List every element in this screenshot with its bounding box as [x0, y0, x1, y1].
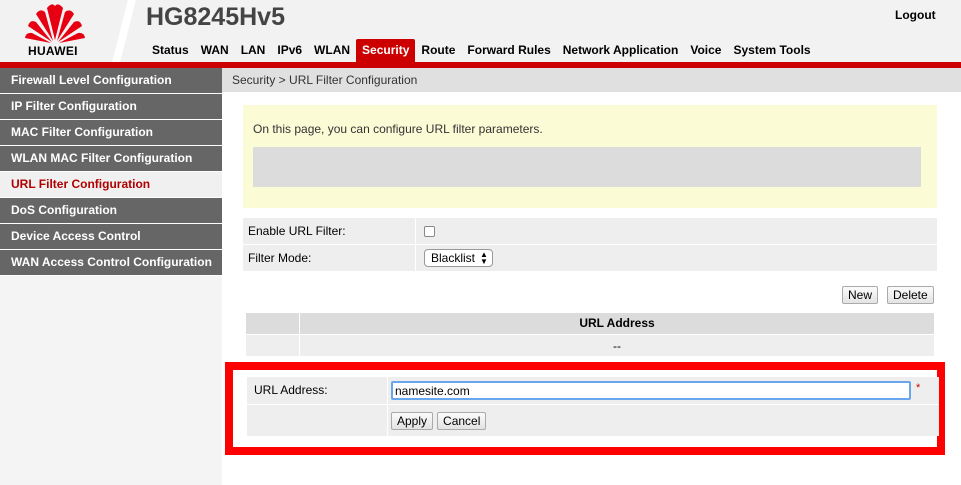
select-column-header — [246, 313, 300, 334]
nav-network-application[interactable]: Network Application — [557, 43, 685, 62]
url-address-label: URL Address: — [247, 377, 388, 404]
filter-mode-row: Filter Mode: Blacklist ▲ ▼ — [243, 245, 937, 272]
url-address-input[interactable] — [391, 381, 911, 400]
huawei-logo: HUAWEI — [0, 0, 110, 62]
url-address-row: URL Address: * — [247, 377, 939, 404]
apply-button[interactable]: Apply — [391, 411, 434, 430]
sidebar-item-firewall-level[interactable]: Firewall Level Configuration — [0, 68, 222, 94]
header-divider — [112, 0, 136, 62]
enable-filter-cell — [416, 218, 937, 244]
main-nav: Status WAN LAN IPv6 WLAN Security Route … — [146, 38, 817, 62]
info-panel: On this page, you can configure URL filt… — [243, 105, 937, 208]
nav-system-tools[interactable]: System Tools — [727, 43, 816, 62]
sidebar-item-ip-filter[interactable]: IP Filter Configuration — [0, 94, 222, 120]
enable-filter-row: Enable URL Filter: — [243, 218, 937, 245]
sidebar-item-device-access[interactable]: Device Access Control — [0, 224, 222, 250]
url-address-column-header: URL Address — [300, 313, 934, 334]
nav-wan[interactable]: WAN — [195, 43, 235, 62]
sidebar-item-url-filter[interactable]: URL Filter Configuration — [0, 172, 222, 198]
required-marker: * — [916, 381, 921, 394]
breadcrumb: Security > URL Filter Configuration — [222, 68, 961, 92]
new-button[interactable]: New — [842, 286, 879, 304]
filter-mode-label: Filter Mode: — [243, 245, 416, 271]
filter-mode-value: Blacklist — [431, 251, 476, 265]
url-editor-highlight: URL Address: * Apply Cancel — [225, 362, 945, 455]
info-blank-area — [253, 147, 921, 187]
nav-voice[interactable]: Voice — [684, 43, 727, 62]
logout-link[interactable]: Logout — [895, 8, 936, 22]
url-address-cell: -- — [300, 335, 934, 356]
url-list-header: URL Address — [246, 313, 934, 334]
nav-status[interactable]: Status — [146, 43, 195, 62]
editor-actions-spacer — [247, 405, 388, 436]
sidebar-item-wlan-mac-filter[interactable]: WLAN MAC Filter Configuration — [0, 146, 222, 172]
nav-lan[interactable]: LAN — [235, 43, 272, 62]
nav-forward-rules[interactable]: Forward Rules — [461, 43, 556, 62]
device-model: HG8245Hv5 — [146, 3, 285, 31]
sidebar-item-wan-access[interactable]: WAN Access Control Configuration — [0, 250, 222, 276]
main-content: Security > URL Filter Configuration On t… — [222, 68, 961, 485]
cancel-button[interactable]: Cancel — [437, 411, 487, 430]
nav-route[interactable]: Route — [415, 43, 461, 62]
select-arrows-icon: ▲ ▼ — [480, 250, 488, 266]
filter-mode-select[interactable]: Blacklist ▲ ▼ — [424, 249, 493, 267]
sidebar-item-mac-filter[interactable]: MAC Filter Configuration — [0, 120, 222, 146]
url-editor-form: URL Address: * Apply Cancel — [247, 377, 939, 436]
sidebar: Firewall Level Configuration IP Filter C… — [0, 68, 222, 485]
brand-name: HUAWEI — [28, 44, 78, 58]
enable-filter-label: Enable URL Filter: — [243, 218, 416, 244]
filter-mode-cell: Blacklist ▲ ▼ — [416, 245, 937, 271]
url-list-table: URL Address -- — [246, 313, 934, 356]
delete-button[interactable]: Delete — [887, 286, 934, 304]
filter-settings-form: Enable URL Filter: Filter Mode: Blacklis… — [243, 218, 937, 272]
editor-actions: Apply Cancel — [388, 405, 939, 436]
nav-security[interactable]: Security — [356, 39, 416, 62]
enable-filter-checkbox[interactable] — [424, 225, 435, 237]
huawei-flower-icon — [25, 4, 85, 43]
info-text: On this page, you can configure URL filt… — [253, 122, 543, 136]
header: HUAWEI HG8245Hv5 Logout Status WAN LAN I… — [0, 0, 961, 62]
editor-actions-row: Apply Cancel — [247, 404, 939, 436]
table-row: -- — [246, 334, 934, 356]
nav-ipv6[interactable]: IPv6 — [271, 43, 308, 62]
nav-wlan[interactable]: WLAN — [308, 43, 356, 62]
sidebar-item-dos[interactable]: DoS Configuration — [0, 198, 222, 224]
select-cell — [246, 335, 300, 356]
url-address-value-cell: * — [388, 377, 939, 404]
